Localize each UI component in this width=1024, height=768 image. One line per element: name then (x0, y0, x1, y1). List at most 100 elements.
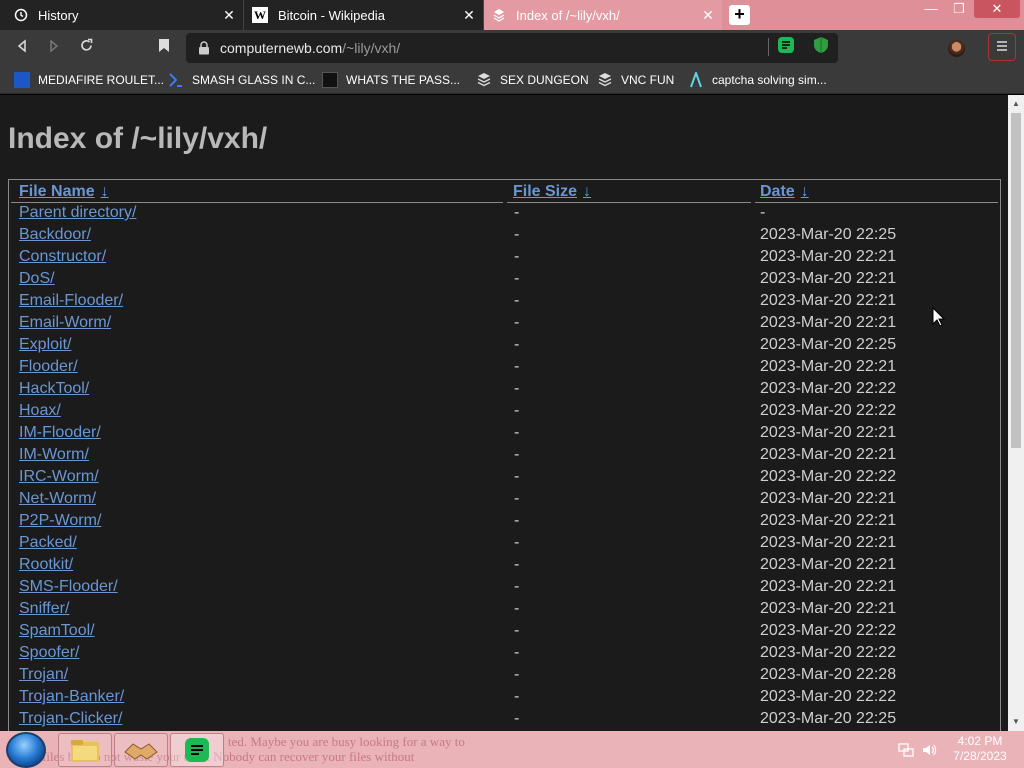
taskbar-notes-app[interactable] (170, 733, 224, 767)
table-row: DoS/ - 2023-Mar-20 22:21 (9, 270, 1000, 292)
file-name-link[interactable]: HackTool/ (19, 380, 89, 398)
new-tab-button[interactable]: + (729, 5, 750, 25)
file-name-link[interactable]: Sniffer/ (19, 600, 69, 618)
file-date: 2023-Mar-20 22:22 (760, 622, 897, 639)
table-row: Trojan/ - 2023-Mar-20 22:28 (9, 666, 1000, 688)
taskbar: ted. Maybe you are busy looking for a wa… (0, 731, 1024, 768)
lock-icon (199, 41, 209, 55)
tab-title: Index of /~lily/vxh/ (516, 7, 620, 23)
table-row: Constructor/ - 2023-Mar-20 22:21 (9, 248, 1000, 270)
file-name-link[interactable]: IRC-Worm/ (19, 468, 99, 486)
forward-icon (50, 39, 59, 53)
address-bar[interactable]: computernewb.com/~lily/vxh/ (186, 33, 838, 63)
header-label: File Size (513, 183, 578, 200)
file-date: 2023-Mar-20 22:21 (760, 600, 897, 617)
file-name-link[interactable]: Trojan-Banker/ (19, 688, 124, 706)
bookmark-vnc-fun[interactable]: VNC FUN (597, 71, 674, 89)
table-row: Backdoor/ - 2023-Mar-20 22:25 (9, 226, 1000, 248)
bookmark-label: MEDIAFIRE ROULET... (38, 73, 165, 87)
file-size: - (514, 314, 520, 331)
file-date: 2023-Mar-20 22:22 (760, 402, 897, 419)
file-name-link[interactable]: Rootkit/ (19, 556, 73, 574)
file-date: 2023-Mar-20 22:25 (760, 710, 897, 727)
directory-listing-table: File Name ↓ File Size ↓ Date ↓ Parent direc… (8, 179, 1001, 731)
smash-glass-icon (169, 73, 182, 87)
close-tab-icon[interactable]: ✕ (700, 7, 716, 23)
volume-icon[interactable] (921, 742, 937, 758)
bookmark-captcha-solving[interactable]: captcha solving sim... (688, 71, 827, 89)
file-name-link[interactable]: SpamTool/ (19, 622, 95, 640)
file-date: 2023-Mar-20 22:21 (760, 424, 897, 441)
profile-avatar[interactable] (948, 40, 965, 57)
bookmark-label: captcha solving sim... (712, 73, 827, 87)
file-name-link[interactable]: P2P-Worm/ (19, 512, 101, 530)
file-name-link[interactable]: Net-Worm/ (19, 490, 96, 508)
file-size: - (514, 622, 520, 639)
file-name-link[interactable]: SMS-Flooder/ (19, 578, 118, 596)
file-size: - (514, 270, 520, 287)
file-name-link[interactable]: Email-Flooder/ (19, 292, 123, 310)
tab-bitcoin-wikipedia[interactable]: W Bitcoin - Wikipedia ✕ (244, 0, 484, 30)
file-size: - (514, 710, 520, 727)
header-divider (755, 202, 998, 203)
extension-shield-icon[interactable] (812, 36, 830, 54)
reload-button[interactable] (76, 38, 96, 58)
maximize-button[interactable]: ❐ (946, 0, 972, 18)
file-name-link[interactable]: Constructor/ (19, 248, 106, 266)
file-name-link[interactable]: Spoofer/ (19, 644, 79, 662)
close-tab-icon[interactable]: ✕ (461, 7, 477, 23)
file-name-link[interactable]: IM-Flooder/ (19, 424, 101, 442)
scrollbar-thumb[interactable] (1011, 113, 1021, 448)
menu-icon (997, 41, 1007, 51)
table-row: Trojan-Banker/ - 2023-Mar-20 22:22 (9, 688, 1000, 710)
file-name-link[interactable]: Hoax/ (19, 402, 61, 420)
bookmark-button[interactable] (154, 38, 174, 58)
start-button[interactable] (6, 732, 46, 768)
scroll-down-icon[interactable]: ▼ (1008, 715, 1024, 729)
file-name-link[interactable]: Trojan-Clicker/ (19, 710, 122, 728)
browser-menu-button[interactable] (988, 33, 1016, 61)
file-name-link[interactable]: Flooder/ (19, 358, 78, 376)
forward-button[interactable] (44, 38, 64, 58)
file-name-link[interactable]: DoS/ (19, 270, 55, 288)
bookmark-smash-glass[interactable]: SMASH GLASS IN C... (168, 71, 315, 89)
column-header-file-name[interactable]: File Name ↓ (19, 183, 109, 201)
back-icon (17, 39, 26, 53)
tab-index-of-vxh[interactable]: Index of /~lily/vxh/ ✕ (484, 0, 722, 30)
file-name-link[interactable]: Backdoor/ (19, 226, 91, 244)
file-name-link[interactable]: IM-Worm/ (19, 446, 89, 464)
back-button[interactable] (12, 38, 32, 58)
file-date: 2023-Mar-20 22:28 (760, 666, 897, 683)
bookmark-sex-dungeon[interactable]: SEX DUNGEON (476, 71, 589, 89)
extension-notes-icon[interactable] (777, 36, 795, 54)
file-name-link[interactable]: Exploit/ (19, 336, 71, 354)
taskbar-handshake-app[interactable] (114, 733, 168, 767)
page-scrollbar[interactable]: ▲ ▼ (1008, 95, 1024, 731)
system-clock[interactable]: 4:02 PM 7/28/2023 (940, 734, 1020, 764)
table-row: Flooder/ - 2023-Mar-20 22:21 (9, 358, 1000, 380)
file-size: - (514, 688, 520, 705)
close-window-button[interactable]: ✕ (974, 0, 1020, 18)
file-size: - (514, 490, 520, 507)
file-name-link[interactable]: Packed/ (19, 534, 77, 552)
bookmark-mediafire-roulette[interactable]: MEDIAFIRE ROULET... (14, 71, 164, 89)
folder-icon (71, 740, 99, 762)
minimize-button[interactable]: — (918, 0, 944, 18)
file-name-link[interactable]: Email-Worm/ (19, 314, 111, 332)
table-row: IRC-Worm/ - 2023-Mar-20 22:22 (9, 468, 1000, 490)
bookmark-whats-the-pass[interactable]: WHATS THE PASS... (322, 71, 460, 89)
toolbar-separator (768, 38, 769, 56)
table-row: Email-Flooder/ - 2023-Mar-20 22:21 (9, 292, 1000, 314)
column-header-file-size[interactable]: File Size ↓ (513, 183, 591, 201)
close-tab-icon[interactable]: ✕ (221, 7, 237, 23)
taskbar-file-explorer[interactable] (58, 733, 112, 767)
network-icon[interactable] (898, 742, 914, 758)
scroll-up-icon[interactable]: ▲ (1008, 97, 1024, 111)
tab-history[interactable]: History ✕ (0, 0, 244, 30)
mediafire-icon (14, 72, 30, 88)
column-header-date[interactable]: Date ↓ (760, 183, 809, 201)
url-text: computernewb.com/~lily/vxh/ (220, 40, 400, 56)
file-name-link[interactable]: Parent directory/ (19, 204, 136, 222)
file-date: 2023-Mar-20 22:22 (760, 380, 897, 397)
file-name-link[interactable]: Trojan/ (19, 666, 68, 684)
